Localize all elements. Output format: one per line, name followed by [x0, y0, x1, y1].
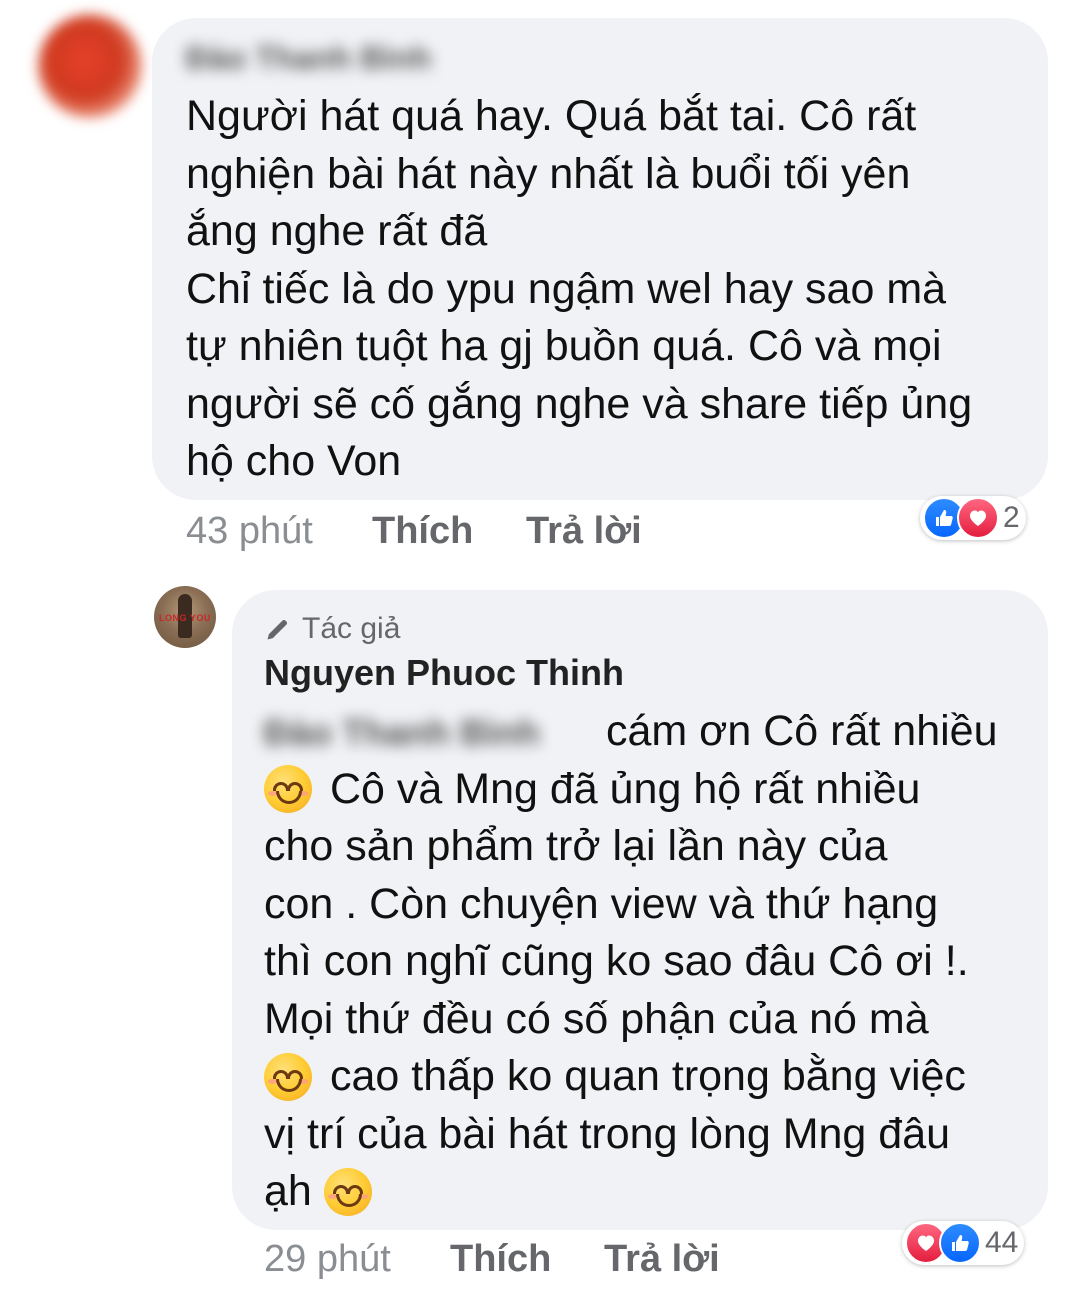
comment-line: Cô và Mng đã ủng hộ rất nhiều	[330, 764, 921, 813]
smiling-face-emoji-icon	[264, 1052, 312, 1101]
comment-author-name[interactable]: Đào Thanh Bình	[186, 40, 468, 78]
comment-line: Chỉ tiếc là do ypu ngậm wel hay sao mà	[186, 264, 947, 313]
reply-button[interactable]: Trả lời	[526, 510, 642, 553]
avatar[interactable]: LONG YOU	[154, 586, 216, 648]
smiling-face-emoji-icon	[264, 765, 312, 814]
avatar-text: LONG YOU	[159, 613, 211, 623]
reply-button[interactable]: Trả lời	[604, 1238, 720, 1281]
smiling-face-emoji-icon	[323, 1167, 372, 1216]
comment-line: Mọi thứ đều có số phận của nó mà	[264, 994, 929, 1043]
comment-line: cho sản phẩm trở lại lần này của	[264, 822, 888, 870]
reaction-count: 44	[985, 1226, 1019, 1259]
author-badge: Tác giả	[264, 612, 400, 646]
avatar[interactable]	[38, 14, 142, 118]
comment-line: người sẽ cố gắng nghe và share tiếp ủng	[186, 379, 973, 428]
reaction-summary[interactable]: 2	[920, 496, 1026, 540]
comment-line: cám ơn Cô rất nhiều	[606, 707, 998, 755]
pencil-icon	[267, 619, 288, 640]
love-icon	[957, 497, 999, 539]
comment-line: ắng nghe rất đã	[186, 207, 488, 255]
like-icon	[939, 1222, 981, 1264]
author-badge-label: Tác giả	[302, 612, 401, 645]
comment-line: thì con nghĩ cũng ko sao đâu Cô ơi !.	[264, 937, 969, 985]
comment-text: Người hát quá hay. Quá bắt tai. Cô rất n…	[186, 88, 1026, 491]
comment-line: hộ cho Von	[186, 437, 402, 485]
comment-timestamp[interactable]: 29 phút	[264, 1238, 391, 1281]
comment-text: cám ơn Cô rất nhiều Cô và Mng đã ủng hộ …	[264, 703, 1044, 1221]
comment-line: cao thấp ko quan trọng bằng việc	[330, 1052, 966, 1100]
comment-line: vị trí của bài hát trong lòng Mng đâu	[264, 1109, 951, 1158]
comment-author-name[interactable]: Nguyen Phuoc Thinh	[264, 652, 624, 694]
comment-line: tự nhiên tuột ha gj buồn quá. Cô và mọi	[186, 322, 942, 370]
comment-line: Người hát quá hay. Quá bắt tai. Cô rất	[186, 92, 917, 140]
comment-line: con . Còn chuyện view và thứ hạng	[264, 879, 939, 928]
reaction-summary[interactable]: 44	[902, 1221, 1025, 1265]
comment-line: nghiện bài hát này nhất là buổi tối yên	[186, 149, 911, 198]
like-button[interactable]: Thích	[450, 1238, 551, 1281]
comment-line: ạh	[264, 1167, 312, 1215]
like-button[interactable]: Thích	[372, 510, 473, 553]
reaction-count: 2	[1003, 501, 1020, 534]
comment-timestamp[interactable]: 43 phút	[186, 510, 313, 553]
